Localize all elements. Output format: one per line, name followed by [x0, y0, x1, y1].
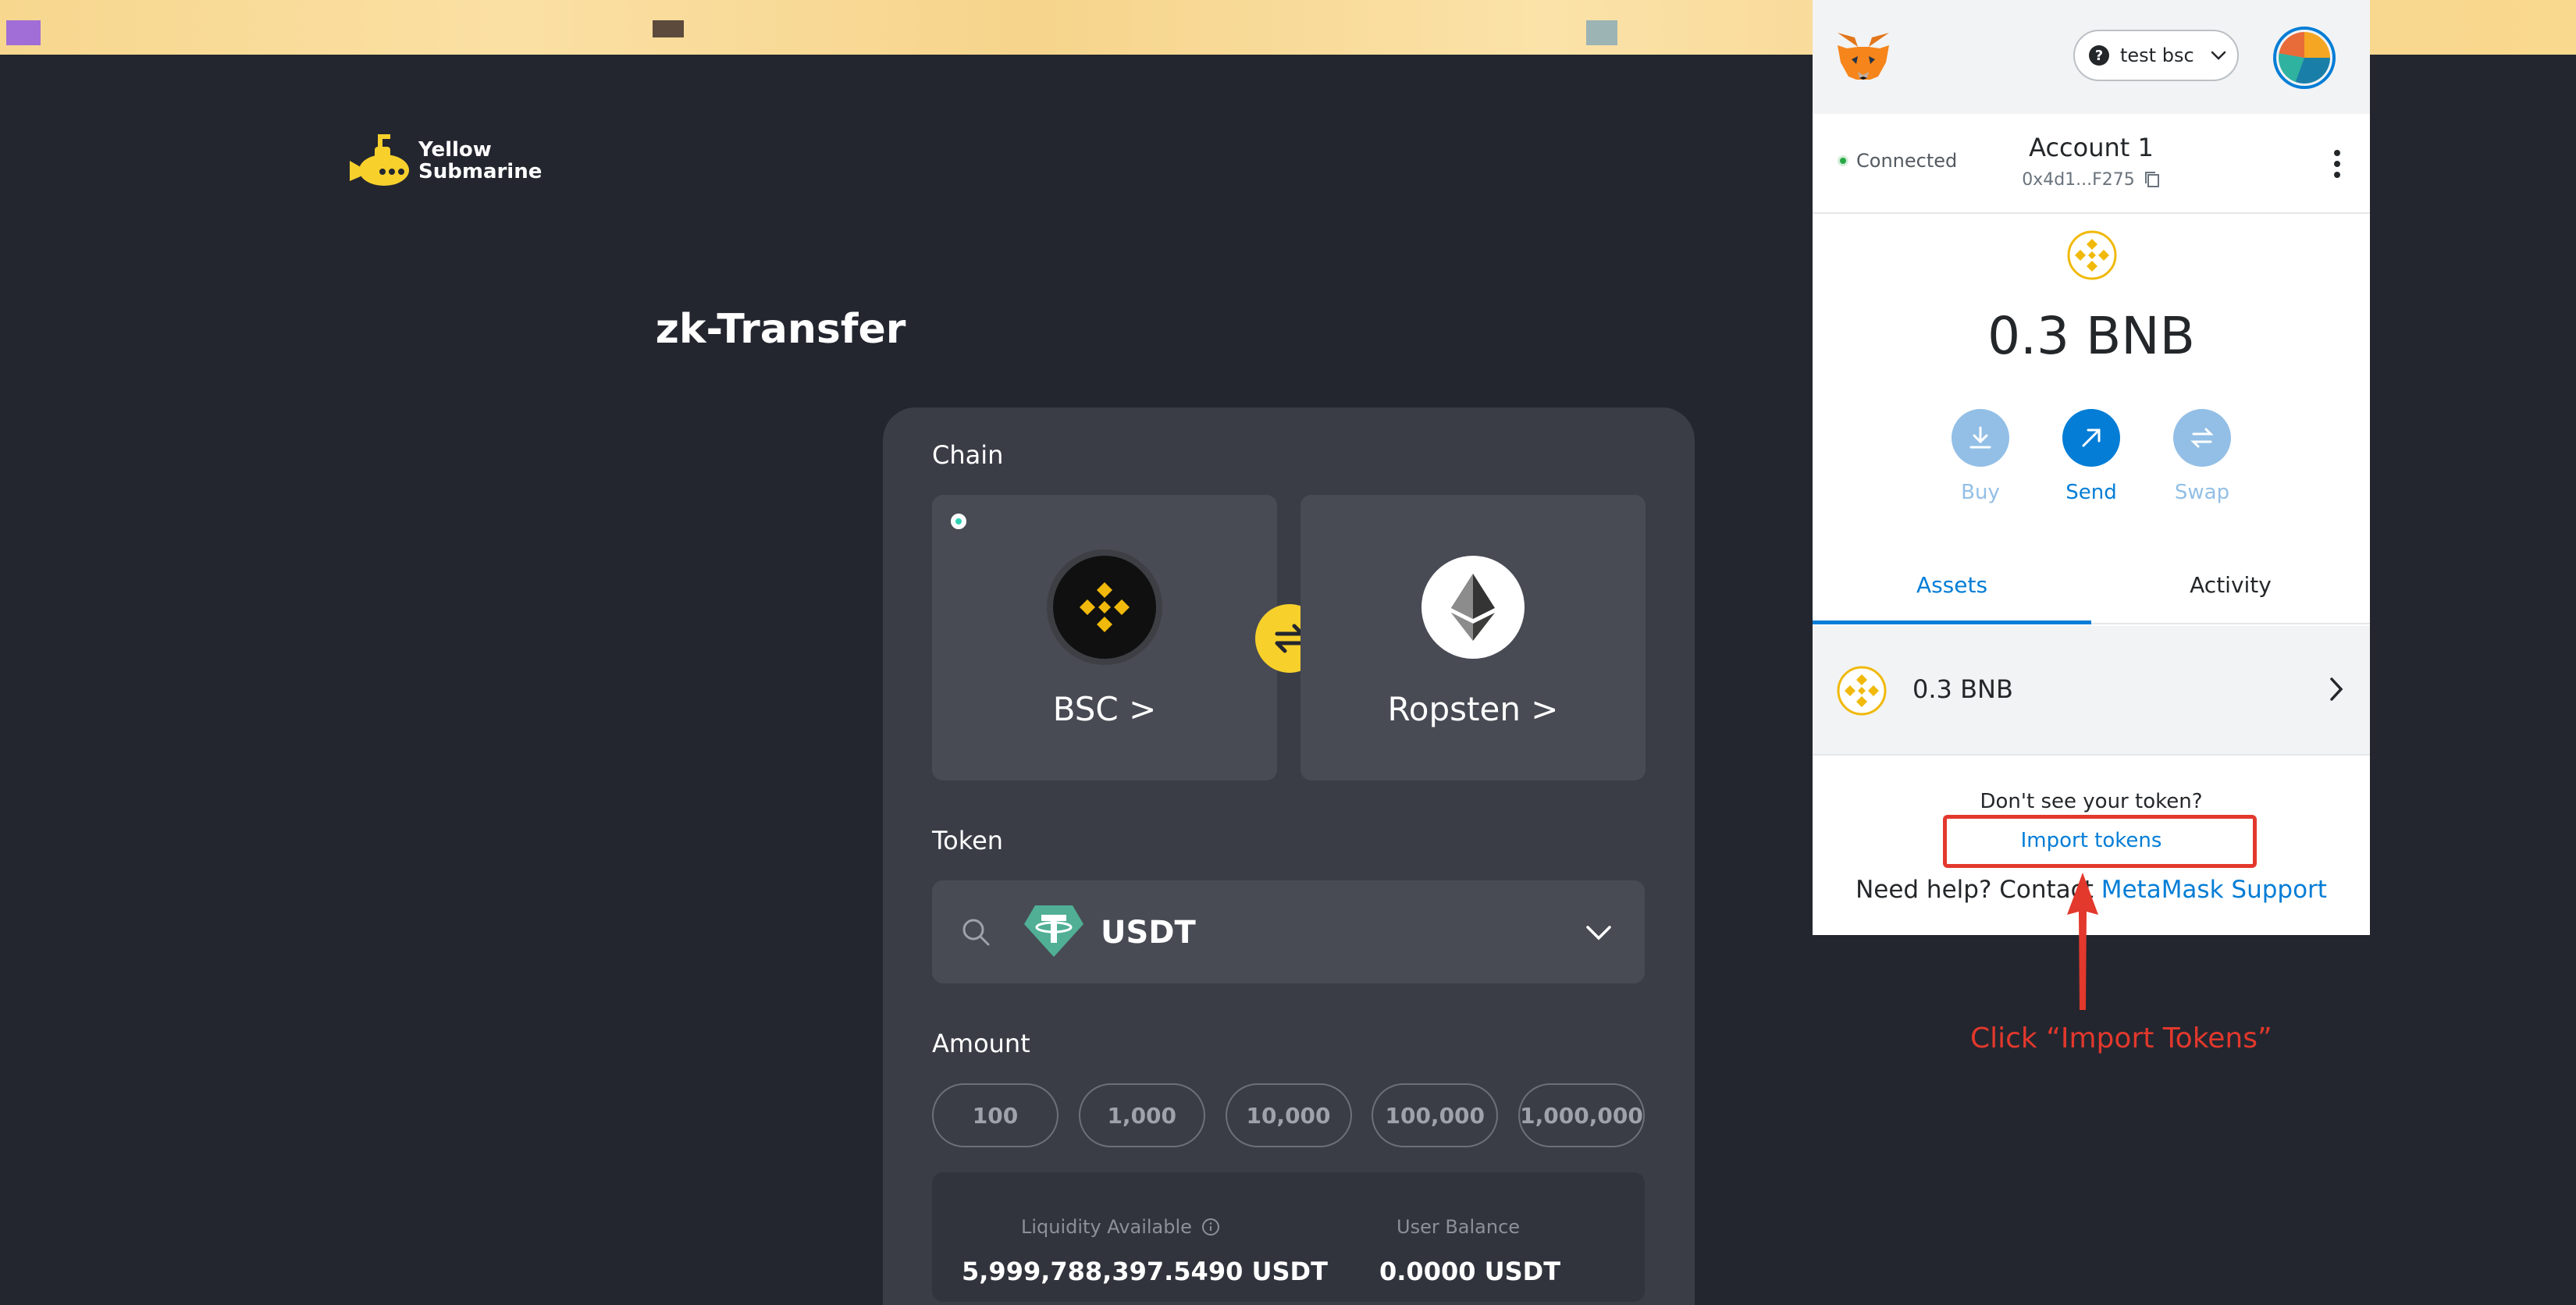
account-address-text: 0x4d1...F275: [2022, 170, 2135, 190]
bnb-token-icon: [1837, 666, 1887, 716]
tab-activity[interactable]: Activity: [2091, 546, 2370, 623]
transfer-card: Chain BSC > Ropsten > Token USDT Amount …: [883, 407, 1695, 1305]
chain-from-radio[interactable]: [951, 514, 966, 529]
strip-block: [653, 20, 684, 37]
metamask-header: ? test bsc: [1813, 0, 2370, 114]
network-unknown-icon: ?: [2089, 45, 2109, 66]
network-name: test bsc: [2120, 44, 2194, 66]
strip-block: [6, 20, 41, 45]
bnb-token-icon: [2067, 230, 2117, 280]
amount-option-1000000[interactable]: 1,000,000: [1518, 1083, 1645, 1147]
swap-icon-circle: [2173, 409, 2231, 467]
amount-label: Amount: [932, 1029, 1030, 1058]
ethereum-icon: [1421, 556, 1525, 659]
asset-row-label: 0.3 BNB: [1912, 674, 2013, 704]
copy-icon[interactable]: [2144, 170, 2161, 189]
logo-line-2: Submarine: [418, 160, 543, 183]
chain-from-bsc[interactable]: BSC >: [932, 495, 1277, 781]
buy-icon-circle: [1952, 409, 2009, 467]
send-icon-circle: [2062, 409, 2120, 467]
wallet-actions: Buy Send Swap: [1945, 409, 2237, 504]
download-icon: [1969, 426, 1991, 449]
info-icon[interactable]: [1201, 1218, 1220, 1236]
liquidity-label-text: Liquidity Available: [1021, 1216, 1192, 1238]
account-avatar[interactable]: [2273, 27, 2336, 89]
amount-option-100[interactable]: 100: [932, 1083, 1059, 1147]
chevron-down-icon: [1586, 926, 1611, 941]
send-button[interactable]: Send: [2056, 409, 2126, 504]
chain-to-ropsten[interactable]: Ropsten >: [1300, 495, 1646, 781]
account-options-menu[interactable]: [2332, 150, 2342, 178]
asset-row-bnb[interactable]: 0.3 BNB: [1813, 626, 2370, 756]
chain-label: Chain: [932, 440, 1004, 470]
annotation-text: Click “Import Tokens”: [1970, 1022, 2272, 1054]
site-logo[interactable]: Yellow Submarine: [350, 133, 542, 189]
chain-to-name: Ropsten >: [1387, 690, 1559, 728]
bsc-icon: [1053, 556, 1156, 659]
amount-option-10000[interactable]: 10,000: [1225, 1083, 1352, 1147]
chain-from-name: BSC >: [1052, 690, 1157, 728]
token-selected-name: USDT: [1101, 915, 1196, 951]
liquidity-label: Liquidity Available: [1021, 1216, 1220, 1238]
swap-icon: [2190, 428, 2214, 448]
swap-button[interactable]: Swap: [2167, 409, 2237, 504]
avatar-identicon: [2279, 32, 2330, 84]
network-selector[interactable]: ? test bsc: [2073, 30, 2239, 81]
search-icon: [962, 919, 990, 946]
strip-block: [1586, 20, 1617, 45]
buy-button[interactable]: Buy: [1945, 409, 2016, 504]
dont-see-token-text: Don't see your token?: [1980, 790, 2203, 813]
amount-option-1000[interactable]: 1,000: [1078, 1083, 1205, 1147]
metamask-support-link[interactable]: MetaMask Support: [2101, 876, 2327, 904]
amount-option-100000[interactable]: 100,000: [1372, 1083, 1499, 1147]
swap-label: Swap: [2174, 481, 2230, 504]
logo-text: Yellow Submarine: [418, 139, 542, 183]
chevron-down-icon: [2211, 51, 2226, 60]
wallet-tabs: Assets Activity: [1813, 546, 2370, 624]
annotation-highlight-box: [1943, 815, 2257, 868]
account-name: Account 1: [2029, 133, 2154, 162]
token-select[interactable]: USDT: [932, 880, 1645, 983]
account-address[interactable]: 0x4d1...F275: [1813, 170, 2370, 190]
user-balance-label: User Balance: [1397, 1216, 1521, 1238]
annotation-arrow: [2067, 873, 2098, 1010]
buy-label: Buy: [1961, 481, 2000, 504]
page-title: zk-Transfer: [655, 306, 906, 353]
user-balance-value: 0.0000 USDT: [1379, 1257, 1561, 1286]
wallet-balance: 0.3 BNB: [1987, 306, 2195, 366]
amount-options: 100 1,000 10,000 100,000 1,000,000: [932, 1083, 1645, 1147]
arrow-up-right-icon: [2082, 428, 2101, 447]
tab-assets[interactable]: Assets: [1813, 546, 2091, 624]
usdt-icon: [1024, 905, 1083, 957]
logo-line-1: Yellow: [418, 138, 492, 162]
account-bar: Connected Account 1 0x4d1...F275: [1813, 114, 2370, 214]
metamask-fox-icon: [1838, 33, 1889, 80]
token-label: Token: [932, 826, 1004, 855]
metamask-popup: ? test bsc Connected Account 1 0x4d1...F…: [1813, 0, 2370, 935]
liquidity-value: 5,999,788,397.5490 USDT: [962, 1257, 1328, 1286]
send-label: Send: [2065, 481, 2117, 504]
liquidity-panel: Liquidity Available 5,999,788,397.5490 U…: [932, 1172, 1645, 1302]
submarine-icon: [350, 134, 409, 186]
chevron-right-icon: [2330, 677, 2343, 701]
